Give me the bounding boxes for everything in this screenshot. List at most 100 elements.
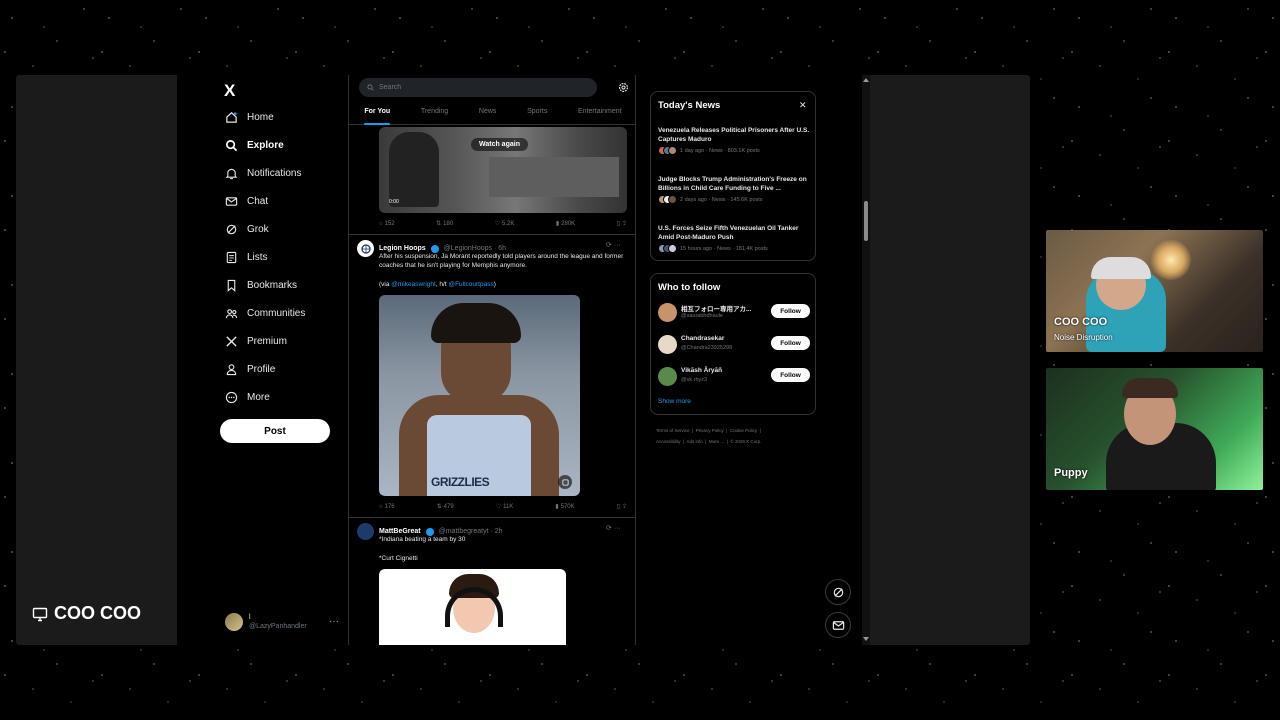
nav-label: More: [247, 391, 270, 403]
mention-link[interactable]: @mikeaswright: [391, 281, 436, 288]
mail-icon: [225, 195, 238, 208]
post-button[interactable]: Post: [220, 419, 330, 443]
news-headline: Venezuela Releases Political Prisoners A…: [658, 127, 810, 143]
account-handle: @Chandra23925298: [681, 345, 733, 351]
mention-link[interactable]: @Fullcourtpass: [448, 281, 493, 288]
tweet-more-icon[interactable]: ⟳ ···: [606, 241, 621, 249]
tweet-author[interactable]: MattBeGreat: [379, 528, 421, 535]
follow-suggestion[interactable]: Chandrasekar @Chandra23925298 Follow: [658, 333, 810, 357]
avatar[interactable]: [357, 240, 374, 257]
nav-label: Profile: [247, 363, 276, 375]
nav-item-bookmarks[interactable]: Bookmarks: [225, 277, 297, 293]
nav-item-grok[interactable]: Grok: [225, 221, 269, 237]
nav-item-profile[interactable]: Profile: [225, 361, 275, 377]
footer-link[interactable]: Privacy Policy: [696, 428, 724, 433]
close-icon[interactable]: ✕: [799, 100, 807, 111]
tab-trending[interactable]: Trending: [421, 105, 448, 124]
webcam-name: COO COO: [1054, 316, 1108, 328]
news-meta-row: 2 days ago · News · 145.6K posts: [658, 195, 810, 204]
scrollbar[interactable]: [862, 75, 870, 645]
account-more-icon[interactable]: ···: [329, 616, 339, 627]
bookmark-icon: [225, 279, 238, 292]
footer-link[interactable]: Accessibility: [656, 439, 681, 444]
nav-item-more[interactable]: More: [225, 389, 270, 405]
nav-item-premium[interactable]: Premium: [225, 333, 287, 349]
repost-button[interactable]: ⇅ 180: [436, 220, 453, 228]
news-item[interactable]: Venezuela Releases Political Prisoners A…: [658, 126, 810, 155]
scroll-down-arrow[interactable]: [863, 637, 869, 641]
like-button[interactable]: ♡ 5.2K: [495, 220, 515, 228]
account-name: Vikāsh Āryāñ: [681, 367, 723, 374]
watch-again-button[interactable]: Watch again: [471, 138, 528, 151]
grok-float-button[interactable]: [825, 579, 851, 605]
webcam-hair: [1122, 378, 1178, 398]
news-item[interactable]: U.S. Forces Seize Fifth Venezuelan Oil T…: [658, 224, 810, 253]
bookmark-icon: ▯: [616, 504, 620, 510]
account-text: l @LazyPanhandler: [249, 613, 307, 631]
nav-label: Bookmarks: [247, 279, 298, 291]
share-icon[interactable]: ⇪: [622, 220, 627, 227]
repost-button[interactable]: ⇅ 479: [437, 503, 454, 511]
footer-link[interactable]: More ...: [709, 439, 724, 444]
follow-button[interactable]: Follow: [771, 336, 810, 350]
search-icon: [367, 84, 374, 91]
tweet-photo[interactable]: GRIZZLIES: [379, 295, 580, 496]
nav-item-communities[interactable]: Communities: [225, 305, 305, 321]
video-player[interactable]: Watch again 0:00: [379, 127, 627, 213]
news-item[interactable]: Judge Blocks Trump Administration's Free…: [658, 175, 810, 204]
bookmark-button[interactable]: ▯ ⇪: [617, 220, 627, 227]
tab-entertainment[interactable]: Entertainment: [578, 105, 622, 124]
messages-float-button[interactable]: [825, 612, 851, 638]
follow-suggestion[interactable]: 相互フォロー専用アカ... @saurabhdhaule Follow: [658, 301, 810, 325]
reply-icon: ○: [379, 220, 383, 227]
avatar-stack: [658, 146, 677, 155]
views-button[interactable]: ▮ 280K: [556, 220, 575, 228]
tab-for-you[interactable]: For You: [364, 105, 390, 125]
tab-sports[interactable]: Sports: [527, 105, 547, 124]
tweet-photo[interactable]: [379, 569, 566, 645]
nav-item-home[interactable]: Home: [225, 109, 274, 125]
footer-link[interactable]: Cookie Policy: [730, 428, 757, 433]
main-feed: For You Trending News Sports Entertainme…: [348, 75, 636, 645]
avatar-stack: [658, 244, 677, 253]
show-more-link[interactable]: Show more: [658, 398, 691, 405]
explore-tabs: For You Trending News Sports Entertainme…: [349, 105, 635, 125]
like-button[interactable]: ♡ 11K: [496, 503, 514, 511]
tweet-more-icon[interactable]: ⟳ ···: [606, 524, 621, 532]
reply-button[interactable]: ○ 152: [379, 220, 395, 227]
tab-news[interactable]: News: [479, 105, 497, 124]
search-input[interactable]: [379, 84, 579, 91]
nav-label: Communities: [247, 307, 306, 319]
x-logo[interactable]: X: [224, 81, 235, 101]
nav-item-chat[interactable]: Chat: [225, 193, 268, 209]
tweet-author[interactable]: Legion Hoops: [379, 245, 426, 252]
search-bar[interactable]: [359, 78, 597, 97]
repost-count: 479: [443, 503, 454, 510]
nav-item-explore[interactable]: Explore: [225, 137, 284, 153]
bookmark-button[interactable]: ▯ ⇪: [617, 503, 627, 510]
views-button[interactable]: ▮ 570K: [555, 503, 574, 511]
x-app-window: X Home Explore Notifications Chat Grok L…: [177, 75, 870, 645]
follow-button[interactable]: Follow: [771, 368, 810, 382]
share-icon[interactable]: ⇪: [622, 503, 627, 510]
nav-label: Home: [247, 111, 274, 123]
monitor-icon: [32, 607, 48, 621]
avatar[interactable]: [357, 523, 374, 540]
follow-button[interactable]: Follow: [771, 304, 810, 318]
tweet-handle[interactable]: @mattbegreatyt · 2h: [439, 528, 503, 535]
gear-icon[interactable]: [618, 82, 629, 93]
nav-label: Grok: [247, 223, 269, 235]
reply-button[interactable]: ○ 176: [379, 503, 395, 510]
footer-link[interactable]: Terms of Service: [656, 428, 690, 433]
follow-suggestion[interactable]: Vikāsh Āryāñ @vk.rhyz3 Follow: [658, 365, 810, 389]
account-switcher[interactable]: l @LazyPanhandler ···: [225, 613, 339, 631]
image-badge-icon[interactable]: [558, 475, 572, 489]
scroll-thumb[interactable]: [864, 201, 868, 241]
nav-item-notifications[interactable]: Notifications: [225, 165, 301, 181]
scroll-up-arrow[interactable]: [863, 78, 869, 82]
video-figure: [489, 157, 619, 197]
tweet-handle[interactable]: @LegionHoops · 6h: [444, 245, 506, 252]
nav-item-lists[interactable]: Lists: [225, 249, 268, 265]
who-to-follow-card: Who to follow 相互フォロー専用アカ... @saurabhdhau…: [650, 273, 816, 415]
footer-link[interactable]: Ads info: [686, 439, 702, 444]
